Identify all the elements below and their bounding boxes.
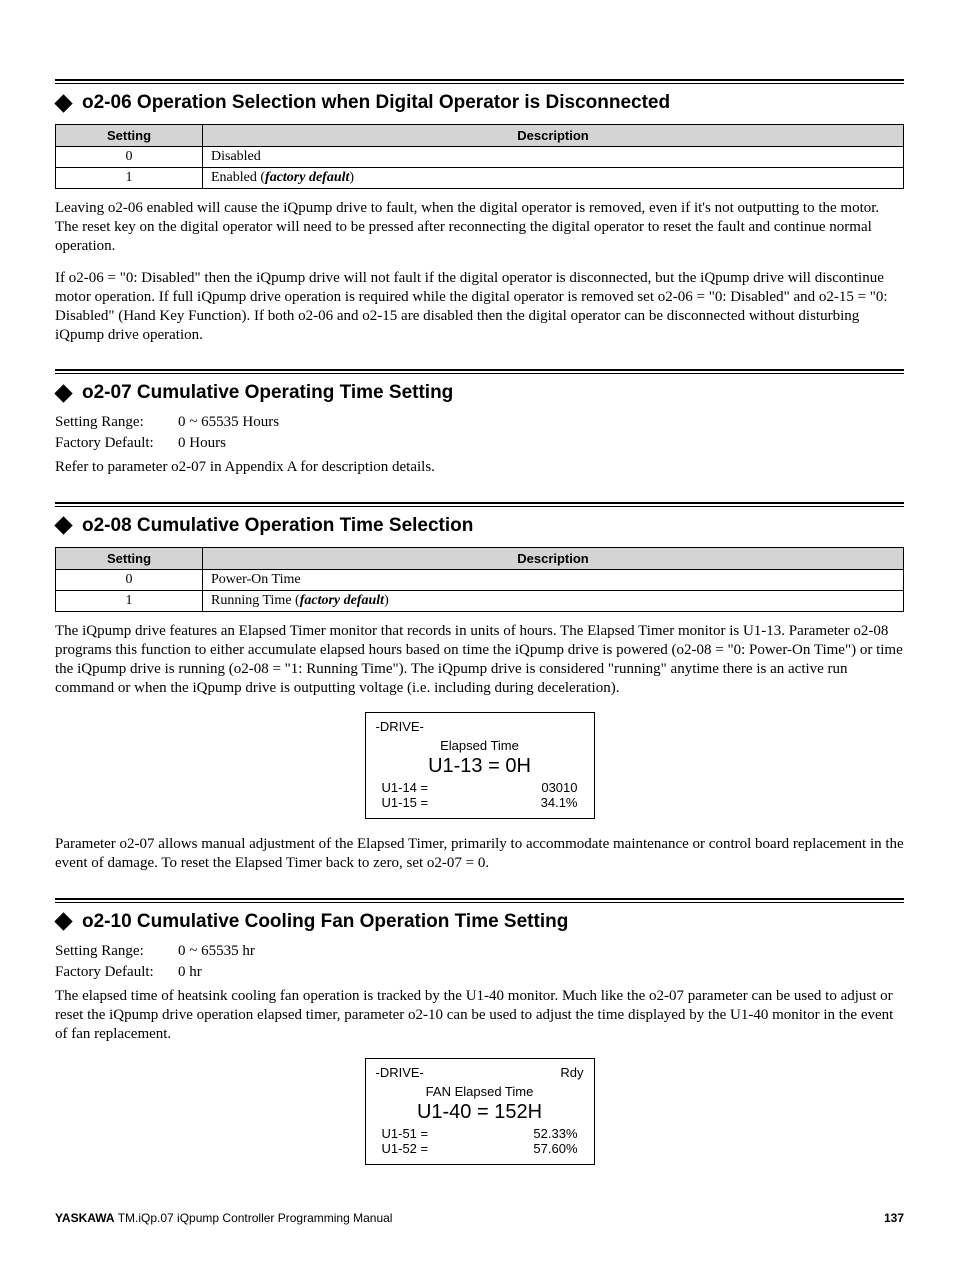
lcd-display-elapsed-time: -DRIVE- Elapsed Time U1-13 = 0H U1-14 = … (365, 712, 595, 819)
section-heading-o2-06: o2-06 Operation Selection when Digital O… (55, 92, 904, 114)
table-o2-06: Setting Description 0 Disabled 1 Enabled… (55, 124, 904, 189)
th-description: Description (203, 125, 904, 147)
rule-thin (55, 83, 904, 84)
text: ) (384, 593, 389, 608)
cell-desc: Power-On Time (203, 569, 904, 590)
text: Running Time ( (211, 593, 300, 608)
display-main: U1-40 = 152H (376, 1101, 584, 1124)
display-row: U1-51 = 52.33% (376, 1126, 584, 1141)
footer-doc-title: TM.iQp.07 iQpump Controller Programming … (115, 1211, 393, 1225)
table-o2-08: Setting Description 0 Power-On Time 1 Ru… (55, 547, 904, 612)
display-top: -DRIVE- Rdy (376, 1065, 584, 1080)
page-number: 137 (884, 1211, 904, 1225)
paragraph: Leaving o2-06 enabled will cause the iQp… (55, 199, 904, 257)
th-setting: Setting (56, 547, 203, 569)
paragraph: The elapsed time of heatsink cooling fan… (55, 987, 904, 1045)
factory-default: Factory Default: 0 hr (55, 964, 904, 981)
setting-range: Setting Range: 0 ~ 65535 Hours (55, 414, 904, 431)
cell-setting: 0 (56, 147, 203, 168)
rule (55, 369, 904, 371)
row-value: 34.1% (541, 795, 578, 810)
paragraph: Parameter o2-07 allows manual adjustment… (55, 835, 904, 873)
rule (55, 79, 904, 81)
value: 0 Hours (178, 435, 226, 452)
row-value: 57.60% (533, 1141, 577, 1156)
cell-desc: Running Time (factory default) (203, 590, 904, 611)
value: 0 ~ 65535 Hours (178, 414, 279, 431)
cell-setting: 1 (56, 168, 203, 189)
table-row: 1 Running Time (factory default) (56, 590, 904, 611)
display-status: Rdy (560, 1065, 583, 1080)
factory-default: factory default (265, 170, 349, 185)
paragraph: Refer to parameter o2-07 in Appendix A f… (55, 458, 904, 477)
paragraph: The iQpump drive features an Elapsed Tim… (55, 622, 904, 699)
rule (55, 502, 904, 504)
page-footer: YASKAWA TM.iQp.07 iQpump Controller Prog… (55, 1211, 904, 1225)
display-row: U1-14 = 03010 (376, 780, 584, 795)
row-label: U1-14 = (382, 780, 429, 795)
paragraph: If o2-06 = "0: Disabled" then the iQpump… (55, 269, 904, 346)
cell-setting: 1 (56, 590, 203, 611)
display-title: Elapsed Time (376, 738, 584, 753)
factory-default: Factory Default: 0 Hours (55, 435, 904, 452)
value: 0 ~ 65535 hr (178, 943, 255, 960)
row-label: U1-51 = (382, 1126, 429, 1141)
row-value: 52.33% (533, 1126, 577, 1141)
footer-left: YASKAWA TM.iQp.07 iQpump Controller Prog… (55, 1211, 392, 1225)
diamond-icon (54, 516, 72, 534)
display-mode: -DRIVE- (376, 719, 424, 734)
text: ) (349, 170, 354, 185)
table-row: 0 Power-On Time (56, 569, 904, 590)
rule-thin (55, 902, 904, 903)
footer-brand: YASKAWA (55, 1211, 115, 1225)
th-description: Description (203, 547, 904, 569)
rule-thin (55, 373, 904, 374)
value: 0 hr (178, 964, 202, 981)
table-row: 0 Disabled (56, 147, 904, 168)
setting-range: Setting Range: 0 ~ 65535 hr (55, 943, 904, 960)
table-row: 1 Enabled (factory default) (56, 168, 904, 189)
section-heading-o2-08: o2-08 Cumulative Operation Time Selectio… (55, 515, 904, 537)
display-row: U1-15 = 34.1% (376, 795, 584, 810)
table-header: Setting Description (56, 547, 904, 569)
lcd-display-fan-elapsed-time: -DRIVE- Rdy FAN Elapsed Time U1-40 = 152… (365, 1058, 595, 1165)
text: Enabled ( (211, 170, 265, 185)
table-header: Setting Description (56, 125, 904, 147)
heading-text: o2-08 Cumulative Operation Time Selectio… (82, 515, 473, 537)
label: Setting Range: (55, 943, 170, 960)
section-heading-o2-10: o2-10 Cumulative Cooling Fan Operation T… (55, 911, 904, 933)
rule-thin (55, 506, 904, 507)
display-top: -DRIVE- (376, 719, 584, 734)
row-label: U1-15 = (382, 795, 429, 810)
section-heading-o2-07: o2-07 Cumulative Operating Time Setting (55, 382, 904, 404)
th-setting: Setting (56, 125, 203, 147)
diamond-icon (54, 94, 72, 112)
heading-text: o2-07 Cumulative Operating Time Setting (82, 382, 453, 404)
cell-setting: 0 (56, 569, 203, 590)
factory-default: factory default (300, 593, 384, 608)
display-main: U1-13 = 0H (376, 755, 584, 778)
label: Setting Range: (55, 414, 170, 431)
display-title: FAN Elapsed Time (376, 1084, 584, 1099)
rule (55, 898, 904, 900)
label: Factory Default: (55, 435, 170, 452)
row-value: 03010 (541, 780, 577, 795)
heading-text: o2-06 Operation Selection when Digital O… (82, 92, 670, 114)
diamond-icon (54, 384, 72, 402)
display-mode: -DRIVE- (376, 1065, 424, 1080)
label: Factory Default: (55, 964, 170, 981)
cell-desc: Enabled (factory default) (203, 168, 904, 189)
heading-text: o2-10 Cumulative Cooling Fan Operation T… (82, 911, 568, 933)
display-row: U1-52 = 57.60% (376, 1141, 584, 1156)
cell-desc: Disabled (203, 147, 904, 168)
row-label: U1-52 = (382, 1141, 429, 1156)
diamond-icon (54, 912, 72, 930)
